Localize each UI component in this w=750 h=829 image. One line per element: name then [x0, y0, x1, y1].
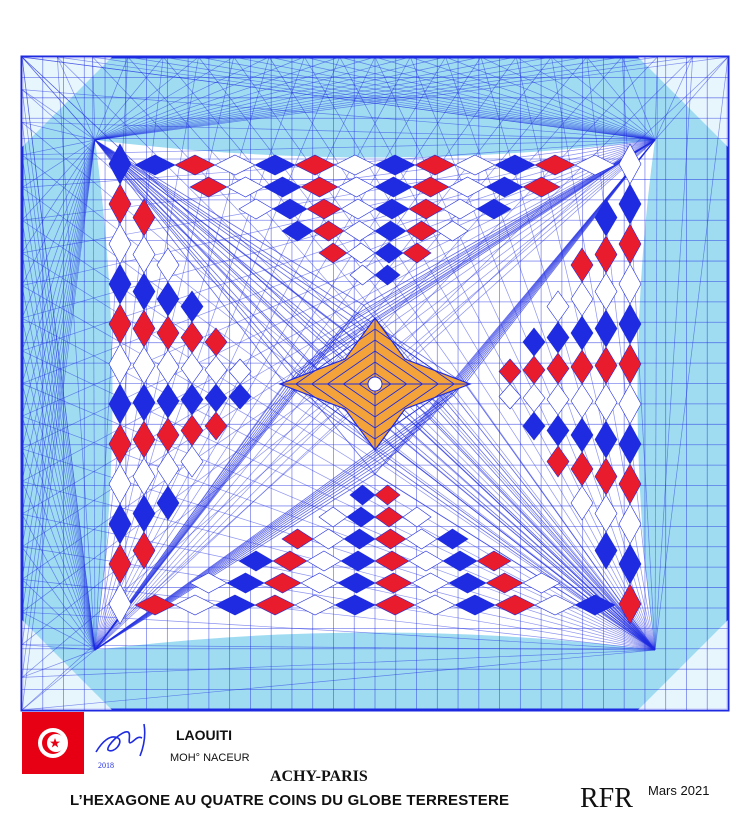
tunisia-flag-icon: [22, 712, 84, 774]
artist-subname: MOH° NACEUR: [170, 752, 250, 764]
artwork-title: L’HEXAGONE AU QUATRE COINS DU GLOBE TERR…: [70, 792, 510, 809]
rfr-logo: RFR: [580, 783, 633, 814]
signature-icon: 2018: [95, 723, 146, 770]
signature-year: 2018: [98, 761, 114, 770]
geometric-artwork: [20, 55, 730, 712]
artwork-date: Mars 2021: [648, 783, 710, 798]
organization-label: ACHY-PARIS: [270, 768, 368, 785]
artist-name: LAOUITI: [176, 727, 232, 743]
center-star-core: [367, 376, 383, 392]
